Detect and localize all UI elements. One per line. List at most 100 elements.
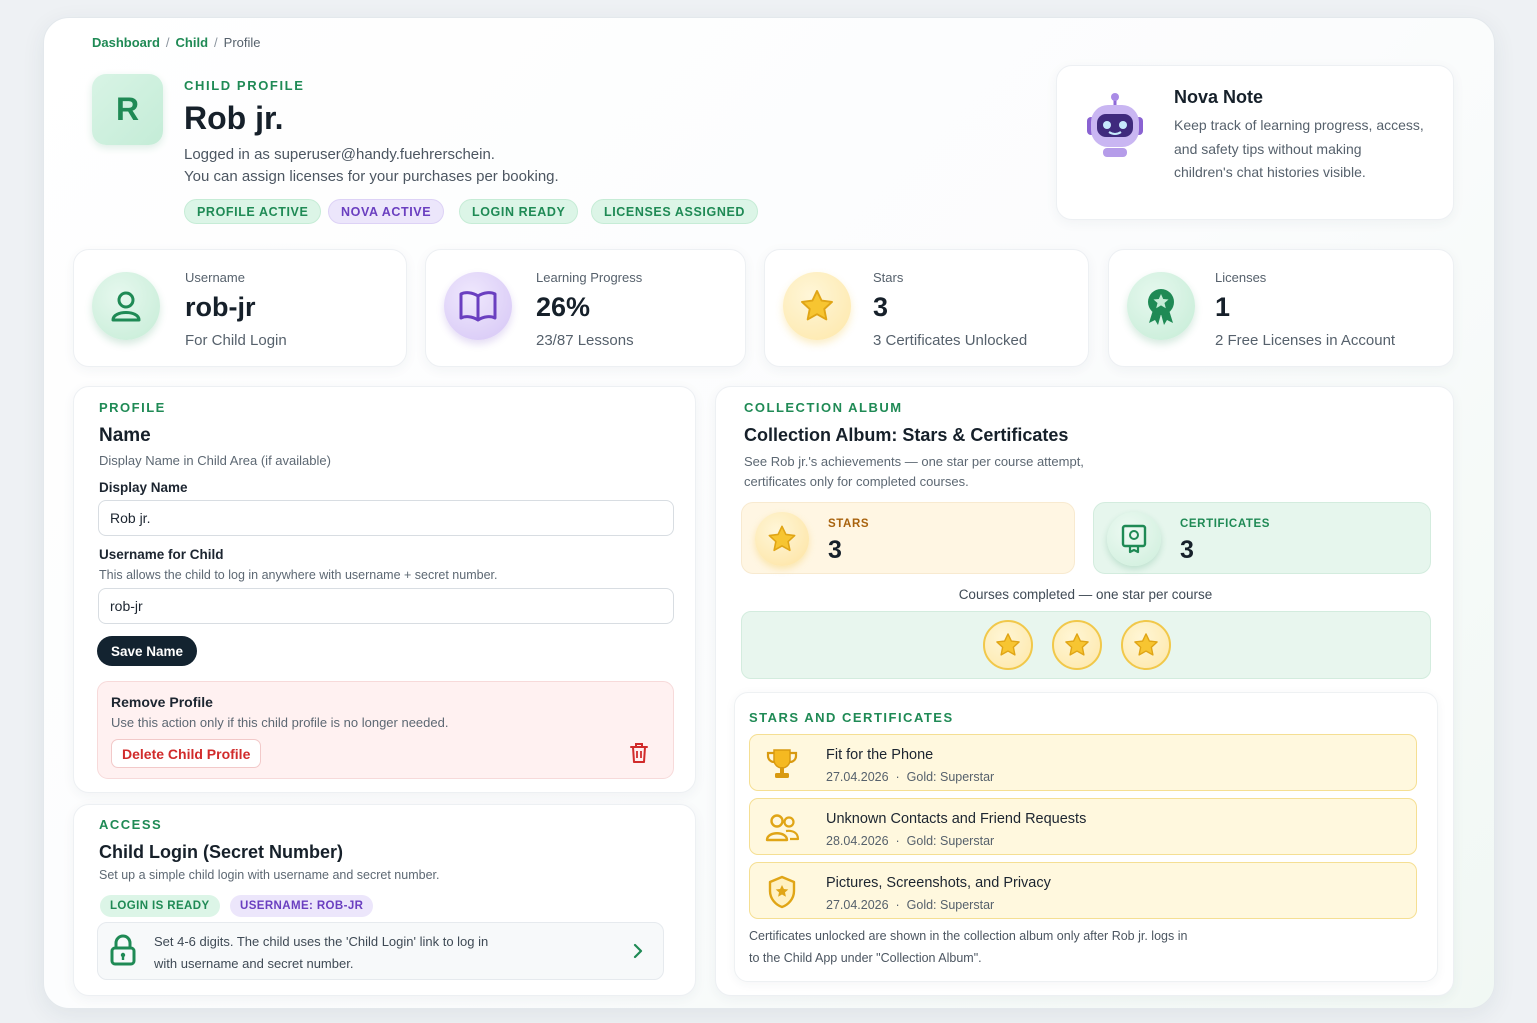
status-badge-nova: NOVA ACTIVE <box>328 199 445 224</box>
trophy-icon <box>764 746 800 782</box>
achievements-footer-1: Certificates unlocked are shown in the c… <box>749 929 1188 943</box>
stat-username-caption: For Child Login <box>185 332 287 349</box>
stat-card-progress: Learning Progress 26% 23/87 Lessons <box>425 249 746 367</box>
book-icon <box>444 272 512 340</box>
stat-stars-value: 3 <box>873 292 889 322</box>
course-stars-strip <box>741 611 1431 679</box>
stat-stars-caption: 3 Certificates Unlocked <box>873 332 1028 349</box>
stars-and-certificates-panel: STARS AND CERTIFICATES Fit for the Phone… <box>734 692 1438 982</box>
status-badge-profile: PROFILE ACTIVE <box>184 199 322 224</box>
achievement-level: Gold: Superstar <box>906 770 995 784</box>
achievement-item[interactable]: Unknown Contacts and Friend Requests 28.… <box>749 798 1417 855</box>
achievement-item[interactable]: Pictures, Screenshots, and Privacy 27.04… <box>749 862 1417 919</box>
achievement-meta: 27.04.2026 · Gold: Superstar <box>826 770 994 784</box>
delete-child-profile-button[interactable]: Delete Child Profile <box>111 739 262 768</box>
award-icon <box>1127 272 1195 340</box>
status-badge-login: LOGIN READY <box>459 199 579 224</box>
collection-section-label: COLLECTION ALBUM <box>744 400 903 415</box>
page-title: Rob jr. <box>184 100 284 136</box>
breadcrumb-child-link[interactable]: Child <box>176 35 209 50</box>
collection-desc-1: See Rob jr.'s achievements — one star pe… <box>744 454 1084 469</box>
profile-section-label: PROFILE <box>99 400 166 415</box>
stat-licenses-caption: 2 Free Licenses in Account <box>1215 332 1396 349</box>
stat-progress-label: Learning Progress <box>536 270 643 285</box>
username-tag: USERNAME: ROB-JR <box>230 895 374 917</box>
logged-in-text: Logged in as superuser@handy.fuehrersche… <box>184 146 495 163</box>
stat-progress-value: 26% <box>536 292 591 322</box>
username-label: Username for Child <box>99 547 224 562</box>
meta-separator: · <box>895 770 900 784</box>
breadcrumb-current: Profile <box>223 35 261 50</box>
hint-line-1: Set 4-6 digits. The child uses the 'Chil… <box>154 934 489 949</box>
profile-title: Name <box>99 425 151 446</box>
display-name-input[interactable] <box>98 500 674 536</box>
stat-licenses-value: 1 <box>1215 292 1231 322</box>
stat-stars-label: Stars <box>873 270 904 285</box>
stat-card-username: Username rob-jr For Child Login <box>73 249 407 367</box>
achievement-meta: 28.04.2026 · Gold: Superstar <box>826 834 994 848</box>
nova-note-title: Nova Note <box>1174 87 1264 107</box>
nova-note-card: Nova Note Keep track of learning progres… <box>1056 65 1454 220</box>
collection-title: Collection Album: Stars & Certificates <box>744 425 1069 445</box>
certificates-summary-value: 3 <box>1180 536 1194 564</box>
remove-profile-panel: Remove Profile Use this action only if t… <box>97 681 674 779</box>
certificates-summary-label: CERTIFICATES <box>1180 518 1271 530</box>
achievement-meta: 27.04.2026 · Gold: Superstar <box>826 898 994 912</box>
stars-summary-value: 3 <box>828 536 842 564</box>
certificates-summary-card: CERTIFICATES 3 <box>1093 502 1431 574</box>
username-desc: This allows the child to log in anywhere… <box>99 568 498 582</box>
access-title: Child Login (Secret Number) <box>99 842 344 862</box>
achievement-title: Pictures, Screenshots, and Privacy <box>826 875 1051 891</box>
achievement-date: 27.04.2026 <box>826 898 889 912</box>
achievement-date: 27.04.2026 <box>826 770 889 784</box>
achievement-date: 28.04.2026 <box>826 834 889 848</box>
login-ready-tag: LOGIN IS READY <box>100 895 220 917</box>
meta-separator: · <box>895 898 900 912</box>
course-star-icon <box>1052 620 1102 670</box>
shield-star-icon <box>764 874 800 910</box>
trash-icon[interactable] <box>628 741 650 770</box>
breadcrumb: Dashboard / Child / Profile <box>92 35 261 50</box>
stat-username-value: rob-jr <box>185 292 256 322</box>
achievement-title: Fit for the Phone <box>826 747 934 763</box>
access-card: ACCESS Child Login (Secret Number) Set u… <box>73 804 696 996</box>
achievements-section-label: STARS AND CERTIFICATES <box>749 710 954 725</box>
hint-line-2: with username and secret number. <box>154 956 354 971</box>
collection-album-card: COLLECTION ALBUM Collection Album: Stars… <box>715 386 1454 996</box>
profile-desc: Display Name in Child Area (if available… <box>99 453 331 468</box>
nova-note-text: Keep track of learning progress, access,… <box>1174 117 1424 180</box>
save-name-button[interactable]: Save Name <box>97 636 197 666</box>
child-login-hint-row[interactable]: Set 4-6 digits. The child uses the 'Chil… <box>97 922 664 980</box>
stat-card-licenses: Licenses 1 2 Free Licenses in Account <box>1108 249 1454 367</box>
achievements-footer-2: to the Child App under "Collection Album… <box>749 951 982 965</box>
breadcrumb-dashboard-link[interactable]: Dashboard <box>92 35 160 50</box>
robot-icon <box>1077 91 1153 172</box>
access-desc: Set up a simple child login with usernam… <box>99 868 440 882</box>
people-icon <box>764 810 800 846</box>
remove-profile-desc: Use this action only if this child profi… <box>111 715 449 730</box>
avatar: R <box>92 74 163 145</box>
stat-licenses-label: Licenses <box>1215 270 1267 285</box>
star-icon <box>783 272 851 340</box>
achievement-level: Gold: Superstar <box>906 834 995 848</box>
achievement-level: Gold: Superstar <box>906 898 995 912</box>
status-badge-licenses: LICENSES ASSIGNED <box>591 199 759 224</box>
stat-progress-caption: 23/87 Lessons <box>536 332 634 349</box>
course-star-icon <box>1121 620 1171 670</box>
collection-desc-2: certificates only for completed courses. <box>744 474 969 489</box>
stars-summary-label: STARS <box>828 518 870 530</box>
lock-icon <box>109 934 137 971</box>
user-icon <box>92 272 160 340</box>
star-icon <box>755 512 809 566</box>
certificate-icon <box>1107 512 1161 566</box>
achievement-title: Unknown Contacts and Friend Requests <box>826 811 1087 827</box>
assign-note: You can assign licenses for your purchas… <box>184 168 559 185</box>
page-eyebrow: CHILD PROFILE <box>184 78 305 93</box>
display-name-label: Display Name <box>99 480 188 495</box>
access-section-label: ACCESS <box>99 817 163 832</box>
courses-completed-caption: Courses completed — one star per course <box>958 587 1213 602</box>
achievement-item[interactable]: Fit for the Phone 27.04.2026 · Gold: Sup… <box>749 734 1417 791</box>
stat-username-label: Username <box>185 270 245 285</box>
profile-card: PROFILE Name Display Name in Child Area … <box>73 386 696 793</box>
username-input[interactable] <box>98 588 674 624</box>
